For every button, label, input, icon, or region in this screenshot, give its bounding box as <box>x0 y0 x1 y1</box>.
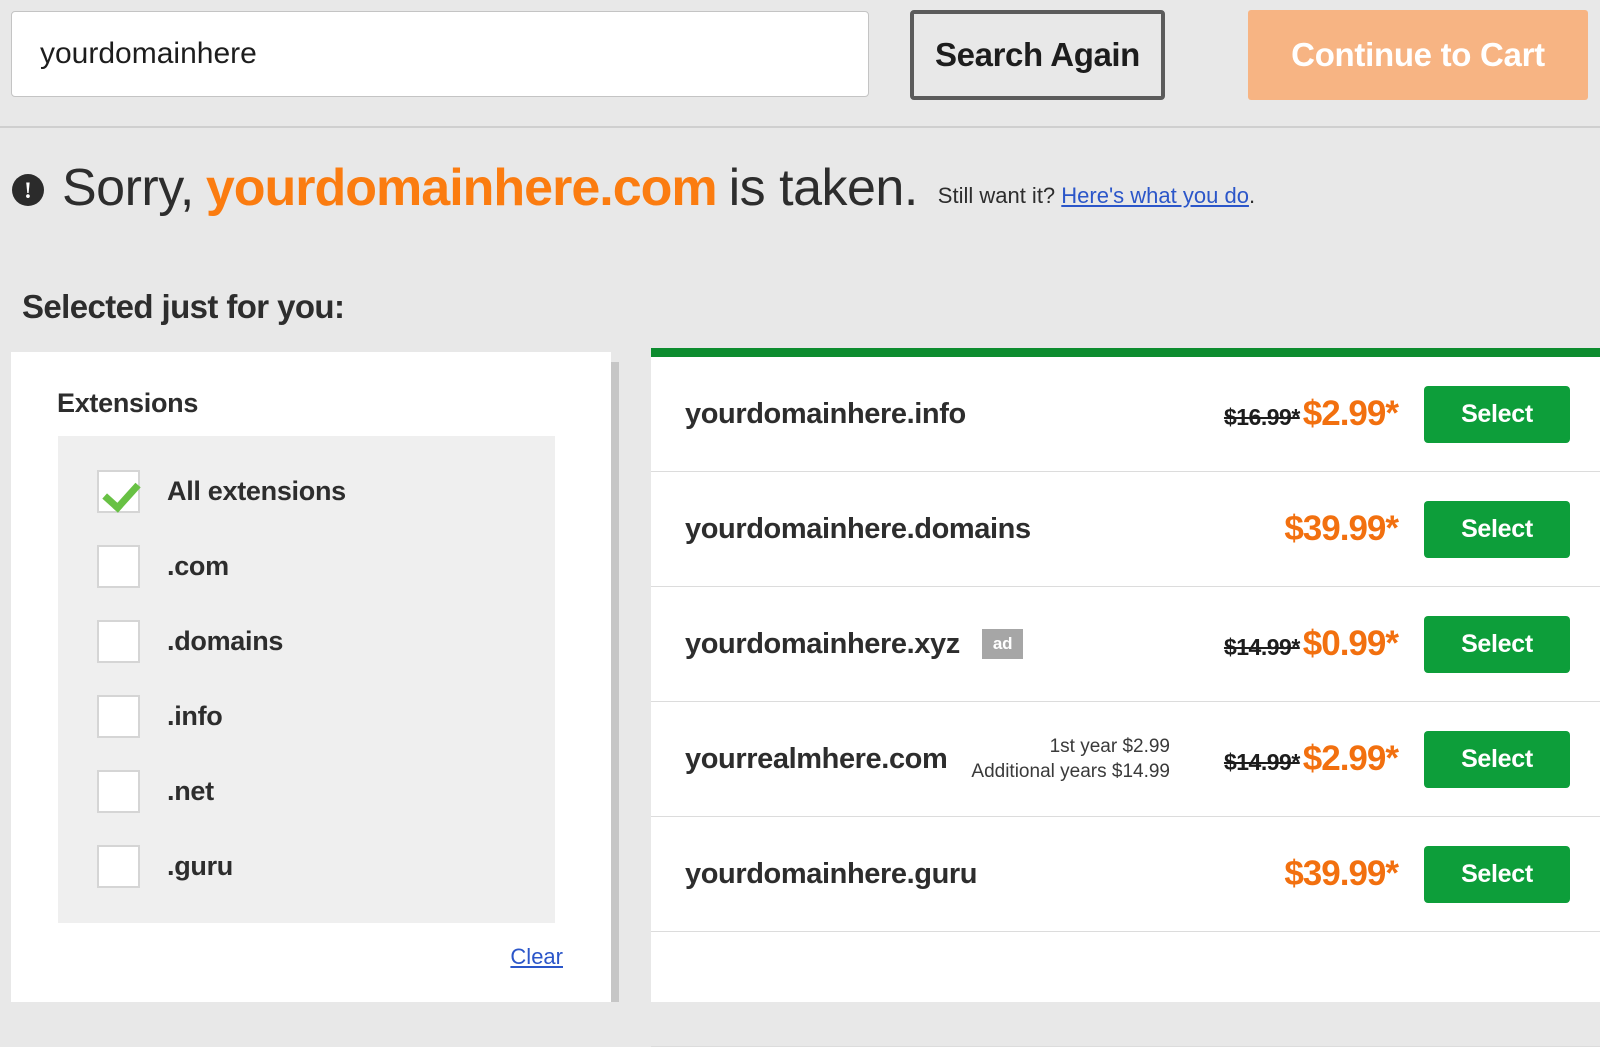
extension-filter-label: .info <box>167 701 223 731</box>
original-price: $16.99* <box>1223 404 1300 430</box>
domain-result-row[interactable]: yourdomainhere.guru $39.99* Select <box>651 817 1600 932</box>
select-domain-button[interactable]: Select <box>1424 845 1570 903</box>
checkbox-icon[interactable] <box>97 845 140 888</box>
domain-result-row[interactable]: yourrealmhere.com 1st year $2.99 Additiona… <box>651 702 1600 817</box>
page-title: Selected just for you: <box>22 288 345 325</box>
extensions-heading: Extensions <box>57 388 199 418</box>
clear-filters-link[interactable]: Clear <box>510 944 563 970</box>
domain-search-input[interactable] <box>11 11 869 97</box>
select-domain-button[interactable]: Select <box>1424 385 1570 443</box>
extension-filter-label: .domains <box>167 626 284 656</box>
checkbox-icon[interactable] <box>97 695 140 738</box>
sale-price: $2.99* <box>1302 394 1399 433</box>
continue-to-cart-button[interactable]: Continue to Cart <box>1248 10 1588 100</box>
sale-price: $39.99* <box>1284 854 1399 893</box>
result-domain-name: yourdomainhere.xyz <box>685 627 960 660</box>
extension-filter-label: .com <box>167 551 229 581</box>
sale-price: $2.99* <box>1302 739 1399 778</box>
select-domain-button[interactable]: Select <box>1424 500 1570 558</box>
extension-filter-label: All extensions <box>167 476 346 506</box>
original-price: $14.99* <box>1223 749 1300 775</box>
domain-result-row[interactable]: yourdomainhere.xyz ad $14.99* $0.99* Select <box>651 587 1600 702</box>
checkbox-checked-icon[interactable] <box>97 470 140 513</box>
result-domain-name: yourdomainhere.domains <box>685 512 1031 545</box>
headline-prefix: Sorry, <box>62 159 194 217</box>
extension-filter-row[interactable]: All extensions <box>58 454 555 529</box>
extension-filter-row[interactable]: .domains <box>58 604 555 679</box>
price-block: $39.99* <box>1192 509 1399 549</box>
headline-domain: yourdomainhere.com <box>205 159 718 217</box>
extension-filter-row[interactable]: .info <box>58 679 555 754</box>
domain-result-row[interactable]: yourdomainhere.info $16.99* $2.99* Select <box>651 357 1600 472</box>
still-want-label: Still want it? <box>937 183 1056 208</box>
extension-filter-label: .guru <box>167 851 233 881</box>
price-block: $14.99* $0.99* <box>1192 624 1399 664</box>
extensions-panel: Extensions All extensions .com .domains .in… <box>11 352 611 1002</box>
headline-period: . <box>1248 183 1256 208</box>
results-panel: yourdomainhere.info $16.99* $2.99* Select yo… <box>651 348 1600 1047</box>
search-toolbar: Search Again Continue to Cart <box>0 0 1600 128</box>
checkbox-icon[interactable] <box>97 545 140 588</box>
taken-headline: ! Sorry, yourdomainhere.com is taken. St… <box>0 148 1600 228</box>
original-price: $14.99* <box>1223 634 1300 660</box>
sale-price: $0.99* <box>1302 624 1399 663</box>
exclamation-circle-icon: ! <box>12 174 44 206</box>
price-block: $14.99* $2.99* <box>1192 739 1399 779</box>
result-domain-name: yourdomainhere.guru <box>685 857 978 890</box>
select-domain-button[interactable]: Select <box>1424 615 1570 673</box>
pricing-term-first-year: 1st year $2.99 <box>1049 735 1170 757</box>
sale-price: $39.99* <box>1284 509 1399 548</box>
extension-filter-label: .net <box>167 776 214 806</box>
select-domain-button[interactable]: Select <box>1424 730 1570 788</box>
headline-suffix: is taken. <box>728 159 919 217</box>
checkbox-icon[interactable] <box>97 770 140 813</box>
domain-result-row[interactable]: yourdomainhere.domains $39.99* Select <box>651 472 1600 587</box>
domain-result-row-partial[interactable] <box>651 932 1600 1047</box>
price-block: $39.99* <box>1192 854 1399 894</box>
extension-filter-row[interactable]: .com <box>58 529 555 604</box>
pricing-term-additional-years: Additional years $14.99 <box>971 761 1170 782</box>
pricing-terms: 1st year $2.99 Additional years $14.99 <box>971 734 1170 784</box>
price-block: $16.99* $2.99* <box>1192 394 1399 434</box>
extensions-list: All extensions .com .domains .info .net .guru <box>58 436 555 923</box>
checkbox-icon[interactable] <box>97 620 140 663</box>
search-again-button[interactable]: Search Again <box>910 10 1165 100</box>
heres-what-you-do-link[interactable]: Here's what you do <box>1061 183 1249 208</box>
result-domain-name: yourdomainhere.info <box>685 397 966 430</box>
filter-scroll-track[interactable] <box>619 352 633 1002</box>
extension-filter-row[interactable]: .guru <box>58 829 555 904</box>
still-want-text: Still want it? Here's what you do. <box>938 183 1255 209</box>
results-accent-bar <box>651 348 1600 357</box>
extension-filter-row[interactable]: .net <box>58 754 555 829</box>
result-domain-name: yourrealmhere.com <box>685 742 948 775</box>
ad-badge: ad <box>981 629 1024 659</box>
